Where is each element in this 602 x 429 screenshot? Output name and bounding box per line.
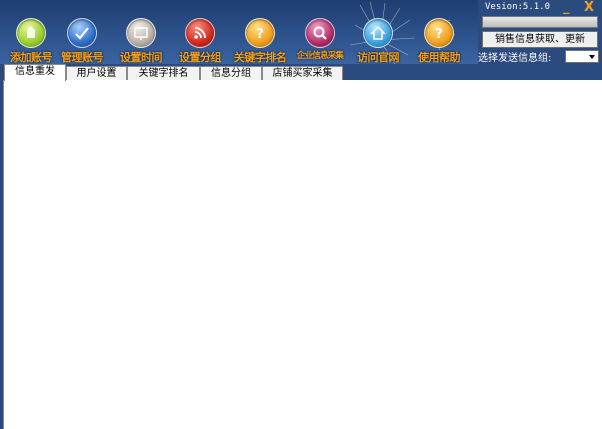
- manage-account-icon: [67, 18, 97, 48]
- keyword-rank-label: 关键字排名: [233, 51, 287, 64]
- set-group-label: 设置分组: [179, 51, 222, 64]
- tab-resend[interactable]: 信息重发: [4, 64, 66, 81]
- enterprise-collect-label: 企业信息采集: [296, 51, 344, 61]
- set-time-icon: [126, 18, 156, 48]
- enterprise-collect-icon: [305, 18, 335, 48]
- help-button[interactable]: ? 使用帮助: [408, 18, 470, 64]
- visit-website-label: 访问官网: [357, 51, 400, 64]
- tab-user-settings[interactable]: 用户设置: [66, 66, 127, 80]
- send-group-select[interactable]: [565, 50, 599, 63]
- manage-account-button[interactable]: 管理账号: [51, 18, 113, 64]
- svg-text:?: ?: [435, 27, 443, 42]
- status-bar: [482, 16, 598, 28]
- home-icon: [363, 18, 393, 48]
- manage-account-label: 管理账号: [61, 51, 104, 64]
- fetch-update-button[interactable]: 销售信息获取、更新: [482, 31, 598, 48]
- tab-info-group[interactable]: 信息分组: [200, 66, 262, 80]
- help-icon: ?: [424, 18, 454, 48]
- keyword-rank-button[interactable]: ? 关键字排名: [229, 18, 291, 64]
- tab-content-area: [3, 80, 602, 429]
- minimize-button[interactable]: _: [563, 0, 570, 15]
- tab-keyword-rank[interactable]: 关键字排名: [127, 66, 200, 80]
- chevron-down-icon: [589, 55, 595, 59]
- help-label: 使用帮助: [418, 51, 461, 64]
- add-account-icon: [16, 18, 46, 48]
- set-time-label: 设置时间: [120, 51, 163, 64]
- set-group-icon: [185, 18, 215, 48]
- svg-text:?: ?: [256, 27, 264, 42]
- enterprise-collect-button[interactable]: 企业信息采集: [289, 18, 351, 62]
- set-time-button[interactable]: 设置时间: [110, 18, 172, 64]
- close-button[interactable]: X: [584, 0, 594, 15]
- send-group-label: 选择发送信息组:: [478, 53, 552, 64]
- keyword-rank-icon: ?: [245, 18, 275, 48]
- set-group-button[interactable]: 设置分组: [169, 18, 231, 64]
- visit-website-button[interactable]: 访问官网: [347, 18, 409, 64]
- version-label: Vesion:5.1.0: [485, 2, 551, 12]
- tab-shop-buyer-collect[interactable]: 店铺买家采集: [262, 66, 343, 80]
